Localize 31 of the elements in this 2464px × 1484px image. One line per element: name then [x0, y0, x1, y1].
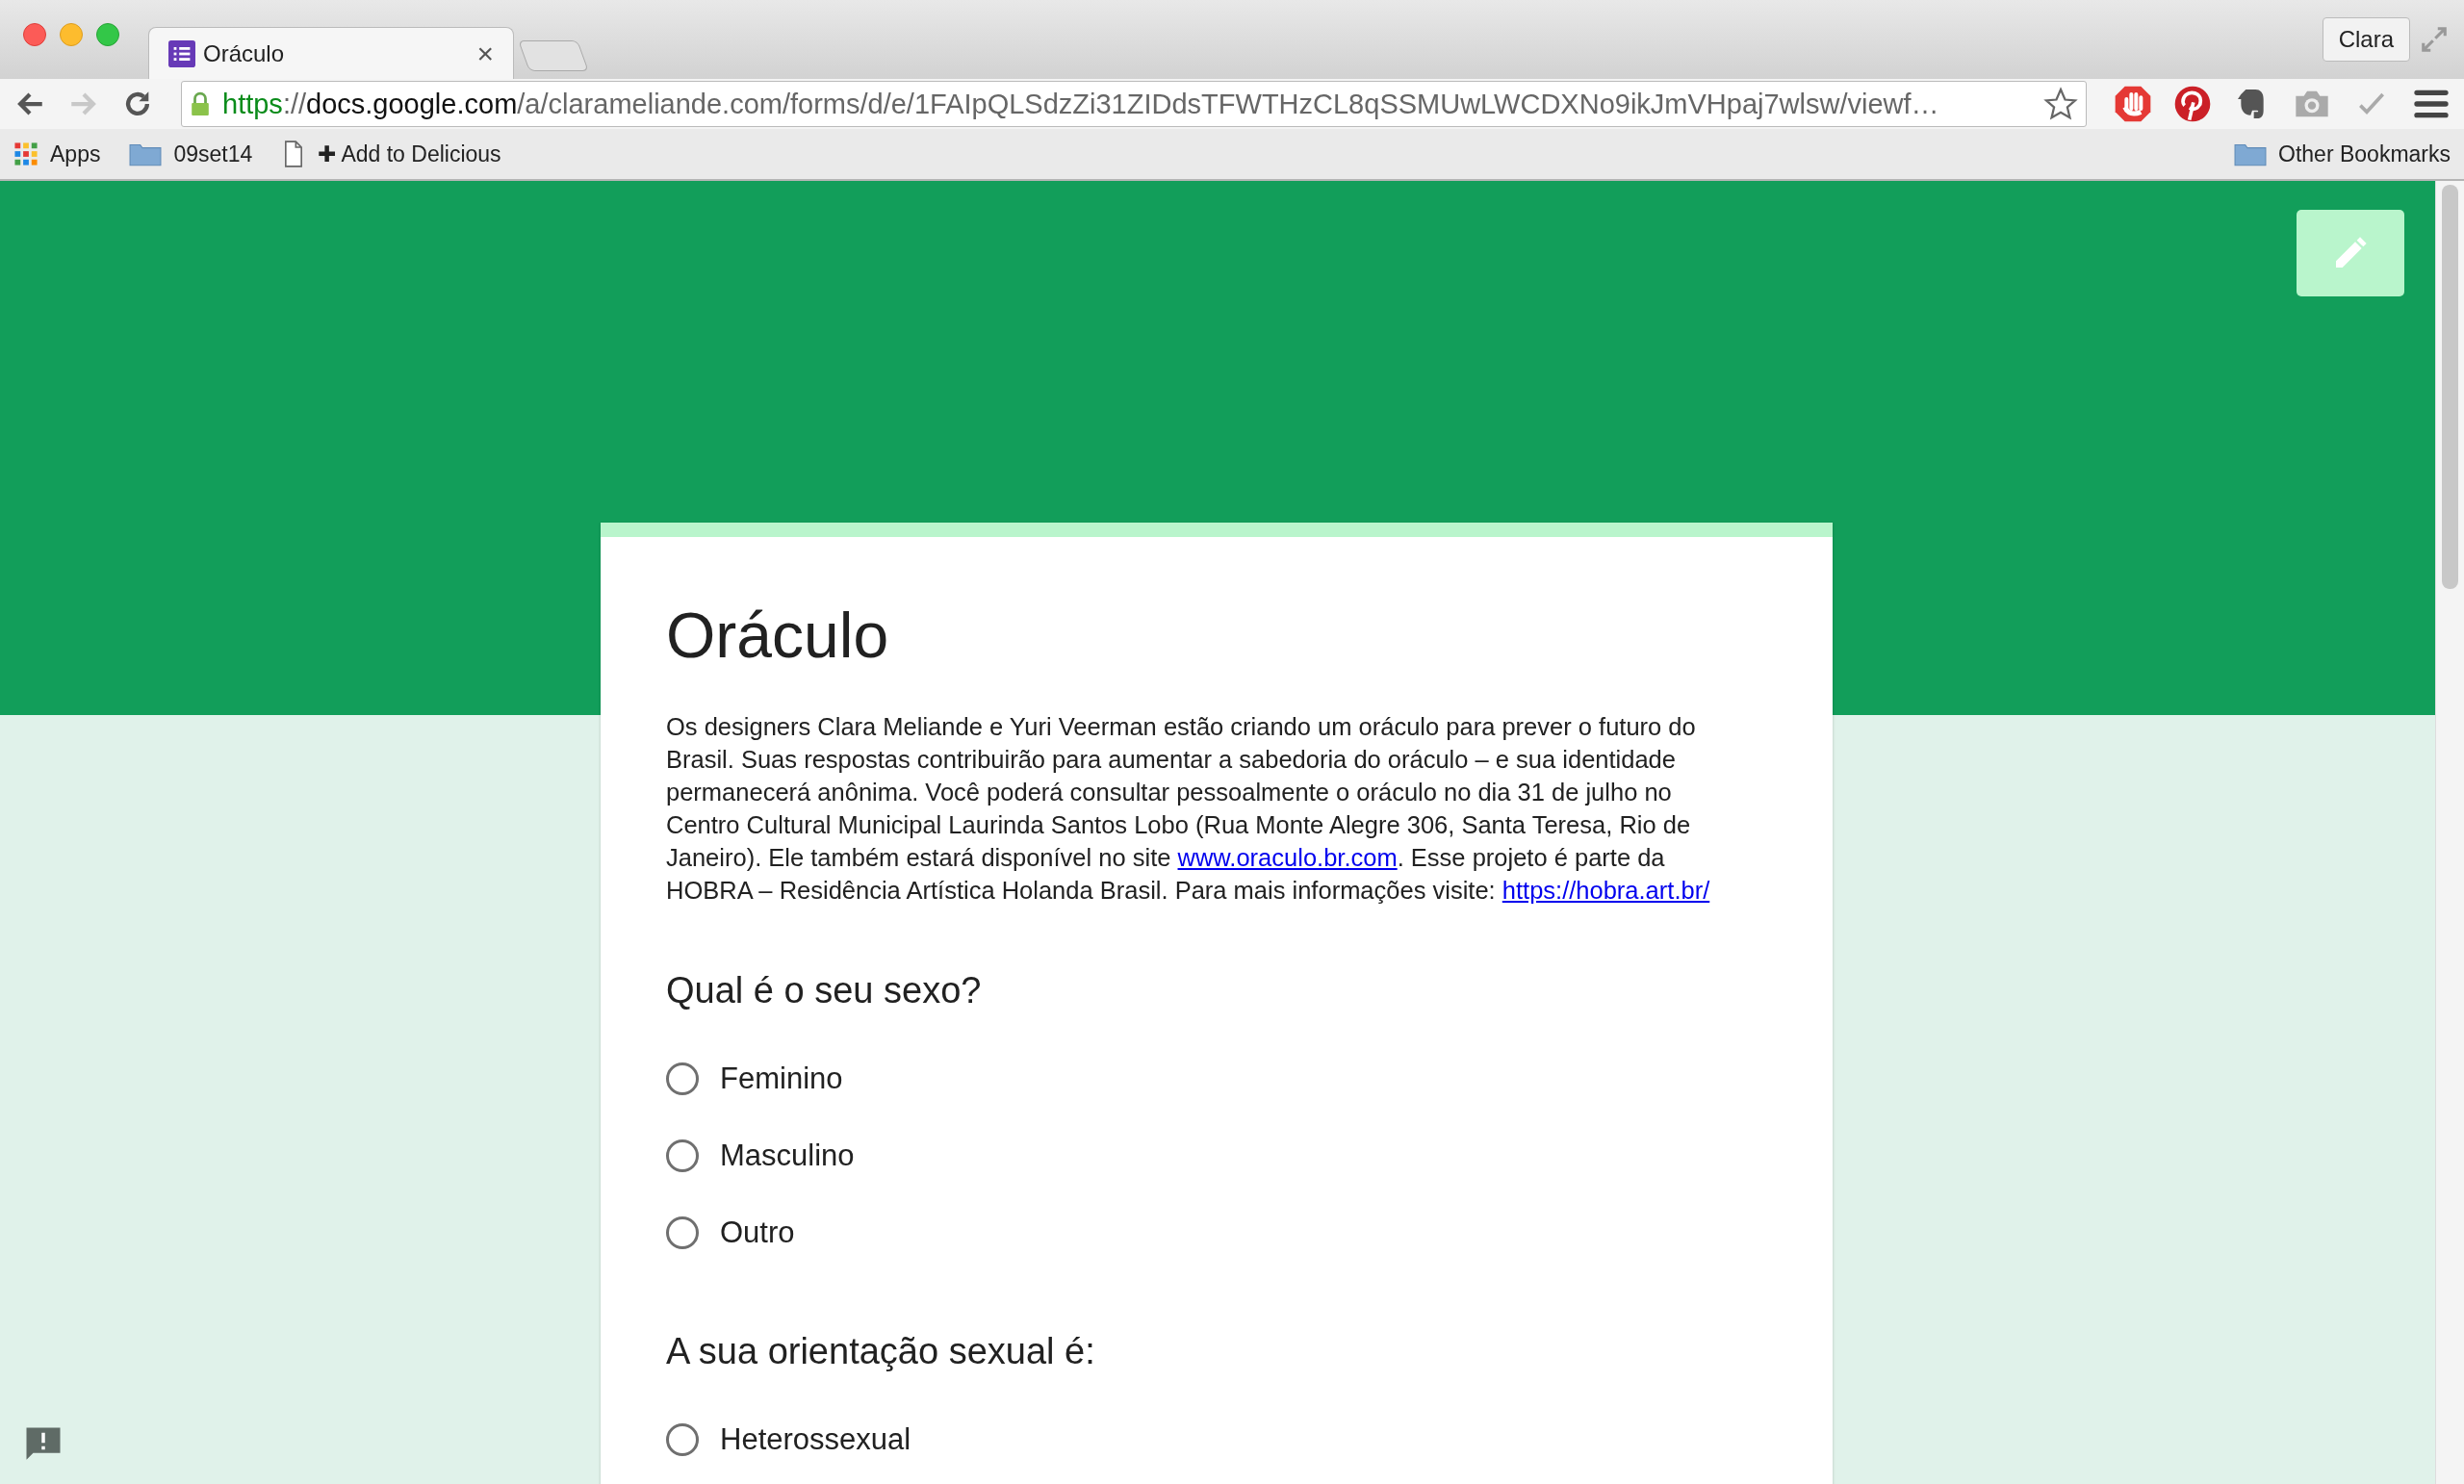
radio-button[interactable] — [666, 1139, 699, 1172]
radio-button[interactable] — [666, 1062, 699, 1095]
address-bar[interactable]: https://docs.google.com/a/clarameliande.com/forms/d/e/1FAIpQLSdzZi31ZIDdsTFWTHzCL8qSSMUwLWCDXNo9ikJmVHpaj7wlsw/viewf… — [181, 81, 2087, 127]
other-bookmarks-item[interactable]: Other Bookmarks — [2234, 141, 2451, 167]
option-label: Outro — [720, 1215, 795, 1250]
profile-button[interactable]: Clara — [2322, 17, 2410, 62]
star-icon[interactable] — [2043, 87, 2078, 121]
radio-button[interactable] — [666, 1216, 699, 1249]
list-icon — [168, 39, 195, 67]
pin-p-icon[interactable] — [2173, 85, 2212, 123]
tab-close-button[interactable]: × — [476, 37, 494, 70]
radio-button[interactable] — [666, 1423, 699, 1456]
hand-stop-icon[interactable] — [2114, 85, 2152, 123]
bookmark-item[interactable]: ✚ Add to Delicious — [281, 141, 501, 167]
grid-icon — [13, 141, 38, 167]
option-label: Masculino — [720, 1139, 855, 1173]
close-window-button[interactable] — [23, 23, 46, 46]
option-label: Heterossexual — [720, 1422, 911, 1457]
bookmark-item[interactable]: 09set14 — [129, 141, 253, 167]
link[interactable]: https://hobra.art.br/ — [1502, 877, 1710, 904]
question-title: Qual é o seu sexo? — [666, 970, 983, 1011]
form-description: Os designers Clara Meliande e Yuri Veerman estão criando um oráculo para prever o futuro do Brasil. Suas respostas contribuirão para aumentar a sabedoria do oráculo – e sua identidade permanecerá anônima. Você poderá consultar pessoalmente o oráculo no dia 31 de julho no Centro Cultural Municipal Laurinda Santos Lobo (Rua Monte Alegre 306, Santa Teresa, Rio de Janeiro). Ele também estará disponível no site www.oraculo.br.com. Esse projeto é parte da HOBRA – Residência Artística Holanda Brasil. Para mais informações visite: https://hobra.art.br/ — [666, 712, 1710, 906]
option-label: Feminino — [720, 1062, 843, 1096]
link[interactable]: www.oraculo.br.com — [1177, 844, 1398, 871]
tab-title: Oráculo — [203, 39, 286, 67]
scrollbar[interactable] — [2435, 181, 2464, 1484]
browser-tab[interactable]: Oráculo × — [148, 27, 514, 79]
lock-icon — [190, 90, 211, 117]
bookmark-item[interactable]: Apps — [13, 141, 101, 167]
form-title: Oráculo — [666, 599, 890, 672]
question-title: A sua orientação sexual é: — [666, 1331, 1096, 1372]
